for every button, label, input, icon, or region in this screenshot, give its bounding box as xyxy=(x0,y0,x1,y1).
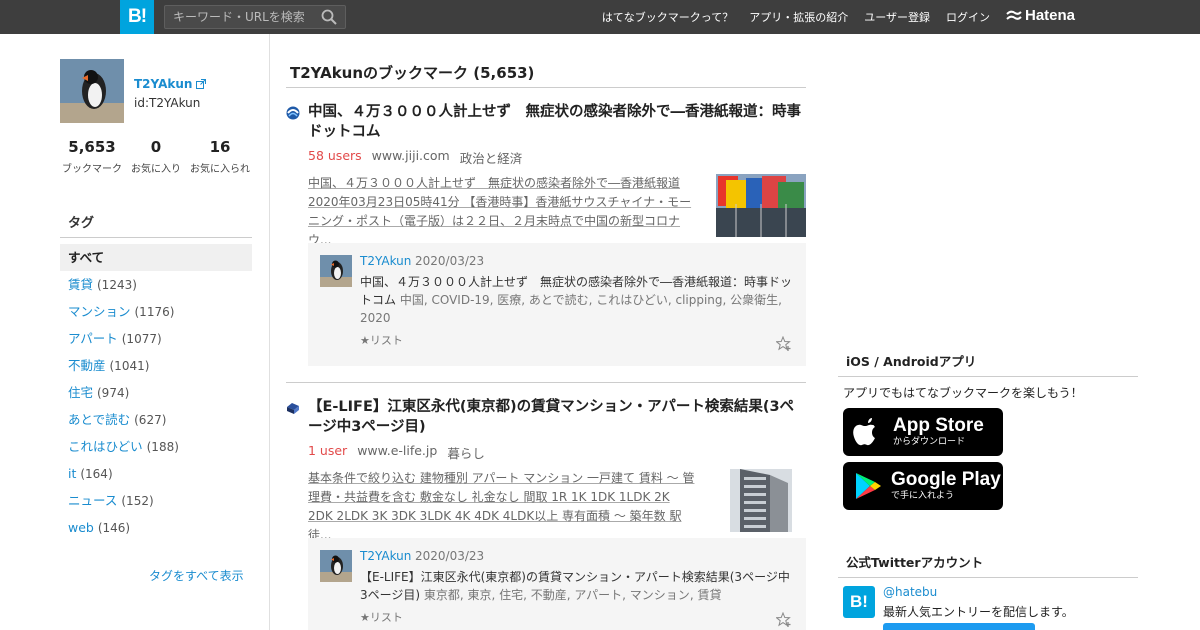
favicon-icon xyxy=(286,401,300,415)
twitter-heading: 公式Twitterアカウント xyxy=(838,552,1138,578)
stat-bookmarks[interactable]: 5,653 ブックマーク xyxy=(60,138,124,175)
profile-name-link[interactable]: T2YAkun xyxy=(134,77,207,91)
comment-user-link[interactable]: T2YAkun xyxy=(360,549,411,563)
star-list-button[interactable]: ★リスト xyxy=(360,609,403,625)
entry-thumbnail[interactable] xyxy=(716,174,806,237)
tag-item[interactable]: マンション (1176) xyxy=(60,298,252,325)
twitter-handle-link[interactable]: @hatebu xyxy=(883,585,937,599)
nav-register[interactable]: ユーザー登録 xyxy=(864,9,930,25)
add-star-icon[interactable] xyxy=(776,612,792,628)
comment-date-link[interactable]: 2020/03/23 xyxy=(415,549,484,563)
profile-stats: 5,653 ブックマーク 0 お気に入り 16 お気に入られ xyxy=(60,138,252,175)
google-play-button[interactable]: Google Play で手に入れよう xyxy=(843,462,1003,510)
apps-heading: iOS / Androidアプリ xyxy=(838,351,1138,377)
google-play-sub: で手に入れよう xyxy=(891,491,955,501)
search-input[interactable] xyxy=(165,6,315,28)
tag-item-all[interactable]: すべて xyxy=(60,244,252,271)
entry-title-link[interactable]: 【E-LIFE】江東区永代(東京都)の賃貸マンション・アパート検索結果(3ページ… xyxy=(308,397,806,437)
bookmark-comment: T2YAkun 2020/03/23 【E-LIFE】江東区永代(東京都)の賃貸… xyxy=(308,538,806,630)
google-play-label: Google Play xyxy=(891,469,1001,490)
entry-category-link[interactable]: 暮らし xyxy=(447,443,485,462)
apple-icon xyxy=(853,418,875,446)
comment-tags[interactable]: 中国, COVID-19, 医療, あとで読む, これはひどい, clippin… xyxy=(360,293,782,325)
avatar[interactable] xyxy=(320,550,352,582)
tag-item[interactable]: it (164) xyxy=(60,460,252,487)
entry-excerpt[interactable]: 中国、４万３０００人計上せず 無症状の感染者除外で―香港紙報道 2020年03月… xyxy=(308,174,698,250)
comment-date-link[interactable]: 2020/03/23 xyxy=(415,254,484,268)
star-list-button[interactable]: ★リスト xyxy=(360,332,403,348)
page-title: T2YAkunのブックマーク (5,653) xyxy=(290,64,535,82)
entry-domain-link[interactable]: www.jiji.com xyxy=(372,148,450,167)
profile-name: T2YAkun xyxy=(134,77,193,91)
bookmark-comment: T2YAkun 2020/03/23 中国、４万３０００人計上せず 無症状の感染… xyxy=(308,243,806,366)
favicon-icon xyxy=(286,106,300,120)
hatena-wordmark: Hatena xyxy=(1025,7,1076,24)
nav-login[interactable]: ログイン xyxy=(946,9,990,25)
entry-domain-link[interactable]: www.e-life.jp xyxy=(357,443,437,462)
top-bar: B! はてなブックマークって？ アプリ・拡張の紹介 ユーザー登録 ログイン Ha… xyxy=(0,0,1200,34)
stat-favorited[interactable]: 16 お気に入られ xyxy=(188,138,252,175)
app-store-sub: からダウンロード xyxy=(893,437,966,447)
twitter-description: 最新人気エントリーを配信します。 xyxy=(883,605,1074,619)
twitter-follow-button[interactable] xyxy=(883,623,1035,630)
app-store-button[interactable]: App Store からダウンロード xyxy=(843,408,1003,456)
hatebu-icon[interactable]: B! xyxy=(843,586,875,618)
tag-item[interactable]: これはひどい (188) xyxy=(60,433,252,460)
avatar[interactable] xyxy=(60,59,124,123)
comment-text: 中国、４万３０００人計上せず 無症状の感染者除外で―香港紙報道：時事ドットコム … xyxy=(360,275,793,325)
search-icon[interactable] xyxy=(321,9,337,25)
external-link-icon xyxy=(196,79,207,89)
app-store-label: App Store xyxy=(893,415,984,436)
comment-user-link[interactable]: T2YAkun xyxy=(360,254,411,268)
avatar[interactable] xyxy=(320,255,352,287)
all-tags-link[interactable]: タグをすべて表示 xyxy=(149,567,244,584)
stat-favorites[interactable]: 0 お気に入り xyxy=(124,138,188,175)
nav-apps[interactable]: アプリ・拡張の紹介 xyxy=(749,9,848,25)
entry-title-link[interactable]: 中国、４万３０００人計上せず 無症状の感染者除外で―香港紙報道：時事ドットコム xyxy=(308,102,806,142)
entry-meta: 58 users www.jiji.com 政治と経済 xyxy=(308,148,522,167)
hatena-logo[interactable]: Hatena xyxy=(1006,7,1075,24)
tag-item[interactable]: 不動産 (1041) xyxy=(60,352,252,379)
entry-excerpt[interactable]: 基本条件で絞り込む 建物種別 アパート マンション 一戸建て 賃料 〜 管理費・… xyxy=(308,469,698,545)
tag-item[interactable]: あとで読む (627) xyxy=(60,406,252,433)
tag-list: すべて 賃貸 (1243) マンション (1176) アパート (1077) 不… xyxy=(60,244,252,541)
tags-heading: タグ xyxy=(60,212,252,238)
tag-item[interactable]: 賃貸 (1243) xyxy=(60,271,252,298)
hatebu-logo[interactable]: B! xyxy=(120,0,154,34)
entry-divider xyxy=(286,382,806,383)
profile-id: id:T2YAkun xyxy=(134,96,201,110)
profile-sidebar: T2YAkun id:T2YAkun 5,653 ブックマーク 0 お気に入り 16… xyxy=(60,34,270,630)
google-play-icon xyxy=(856,473,881,499)
tag-item[interactable]: ニュース (152) xyxy=(60,487,252,514)
search-box[interactable] xyxy=(164,5,346,29)
nav-about[interactable]: はてなブックマークって？ xyxy=(602,9,733,25)
entry-thumbnail[interactable] xyxy=(730,469,792,532)
apps-text: アプリでもはてなブックマークを楽しもう！ xyxy=(843,386,1083,400)
users-count-link[interactable]: 1 user xyxy=(308,443,347,462)
entry-meta: 1 user www.e-life.jp 暮らし xyxy=(308,443,485,462)
entry-category-link[interactable]: 政治と経済 xyxy=(460,148,523,167)
tag-item[interactable]: 住宅 (974) xyxy=(60,379,252,406)
tag-item[interactable]: web (146) xyxy=(60,514,252,541)
add-star-icon[interactable] xyxy=(776,336,792,352)
users-count-link[interactable]: 58 users xyxy=(308,148,362,167)
comment-tags[interactable]: 東京都, 東京, 住宅, 不動産, アパート, マンション, 賃貸 xyxy=(424,588,722,602)
tag-item[interactable]: アパート (1077) xyxy=(60,325,252,352)
divider xyxy=(286,87,806,88)
comment-text: 【E-LIFE】江東区永代(東京都)の賃貸マンション・アパート検索結果(3ページ… xyxy=(360,570,790,602)
top-nav: はてなブックマークって？ アプリ・拡張の紹介 ユーザー登録 ログイン xyxy=(602,0,990,34)
hatena-mark-icon xyxy=(1006,10,1022,20)
